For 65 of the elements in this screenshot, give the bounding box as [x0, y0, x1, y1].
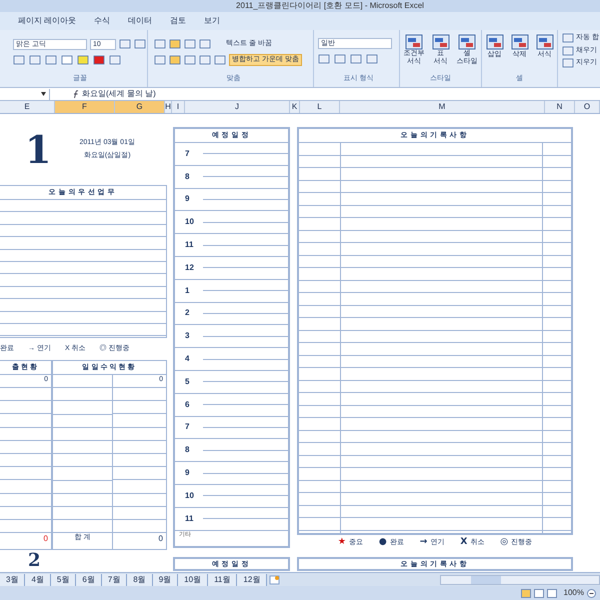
sheet-tab[interactable]: 6월	[76, 574, 102, 586]
hour-label: 12	[184, 262, 195, 274]
hour-label: 4	[184, 353, 190, 366]
total-cell-text: 0	[42, 533, 49, 546]
hour-label: 8	[184, 170, 190, 183]
sheet-tab[interactable]: 12월	[237, 574, 268, 586]
style-icon	[432, 34, 450, 50]
column-header[interactable]: M	[340, 101, 545, 113]
dropdown-caret-icon[interactable]	[41, 92, 46, 96]
style-icon	[405, 34, 423, 50]
hour-label: 3	[184, 330, 190, 342]
hour-label: 11	[184, 512, 194, 525]
day-number: 1	[25, 130, 52, 168]
column-header[interactable]: N	[545, 101, 575, 113]
legend-symbol: →	[420, 536, 428, 550]
hour-label: 5	[184, 376, 190, 388]
cell-icon	[486, 34, 504, 50]
hour-label: 7	[184, 148, 190, 160]
hour-label: 9	[184, 193, 190, 206]
formula-field[interactable]: 화요일(세계 물의 날)	[82, 88, 600, 100]
ribbon-tab[interactable]: 페이지 레이아웃	[16, 15, 78, 27]
window-title: 2011_프랭클린다이어리 [호환 모드] - Microsoft Excel	[236, 2, 424, 10]
day-number: 2	[28, 552, 42, 570]
hour-label: 10	[184, 490, 195, 502]
legend-symbol: ★	[338, 536, 346, 550]
hour-label: 7	[184, 421, 190, 434]
column-header[interactable]: K	[290, 101, 300, 113]
column-header[interactable]: G	[115, 101, 165, 113]
sheet-tab[interactable]: 7월	[102, 574, 128, 586]
column-header[interactable]: O	[575, 101, 600, 113]
hour-label: 1	[184, 284, 190, 297]
cell-icon	[536, 34, 554, 50]
column-header[interactable]: H	[165, 101, 172, 113]
hour-label: 8	[184, 444, 190, 456]
hour-label: 6	[184, 398, 190, 411]
ribbon-tab[interactable]: 보기	[202, 15, 222, 27]
style-icon	[458, 34, 476, 50]
ribbon-tab[interactable]: 검토	[168, 15, 188, 27]
hour-label: 10	[184, 216, 195, 228]
hour-label: 9	[184, 467, 190, 480]
hour-label: 2	[184, 307, 190, 320]
insert-sheet-icon[interactable]	[269, 574, 282, 584]
sheet-tab[interactable]: 10월	[178, 574, 208, 586]
ribbon-tab[interactable]: 수식	[92, 15, 112, 27]
legend-symbol: ◎	[500, 536, 508, 550]
sheet-tab[interactable]: 11월	[208, 574, 238, 586]
ribbon-tab[interactable]: 데이터	[126, 15, 154, 27]
legend-symbol: X	[460, 536, 468, 550]
sheet-tab[interactable]: 8월	[127, 574, 153, 586]
sheet-tab[interactable]: 9월	[152, 574, 178, 586]
column-header[interactable]: L	[300, 101, 340, 113]
function-icon[interactable]	[72, 90, 80, 98]
zoom-level[interactable]: 100%	[564, 587, 584, 599]
horizontal-scrollbar[interactable]	[440, 574, 600, 584]
sheet-tab[interactable]: 4월	[25, 574, 51, 586]
sheet-tab[interactable]: 3월	[0, 574, 26, 586]
legend-symbol: ●	[378, 536, 387, 550]
column-header[interactable]: F	[55, 101, 115, 113]
cell-icon	[510, 34, 528, 50]
zoom-out-icon[interactable]	[587, 588, 596, 598]
total-cell-text: 0	[158, 533, 164, 546]
sheet-tab[interactable]: 5월	[50, 574, 76, 586]
column-header[interactable]: J	[185, 101, 290, 113]
column-header[interactable]: I	[172, 101, 185, 113]
hour-label: 11	[184, 239, 194, 252]
